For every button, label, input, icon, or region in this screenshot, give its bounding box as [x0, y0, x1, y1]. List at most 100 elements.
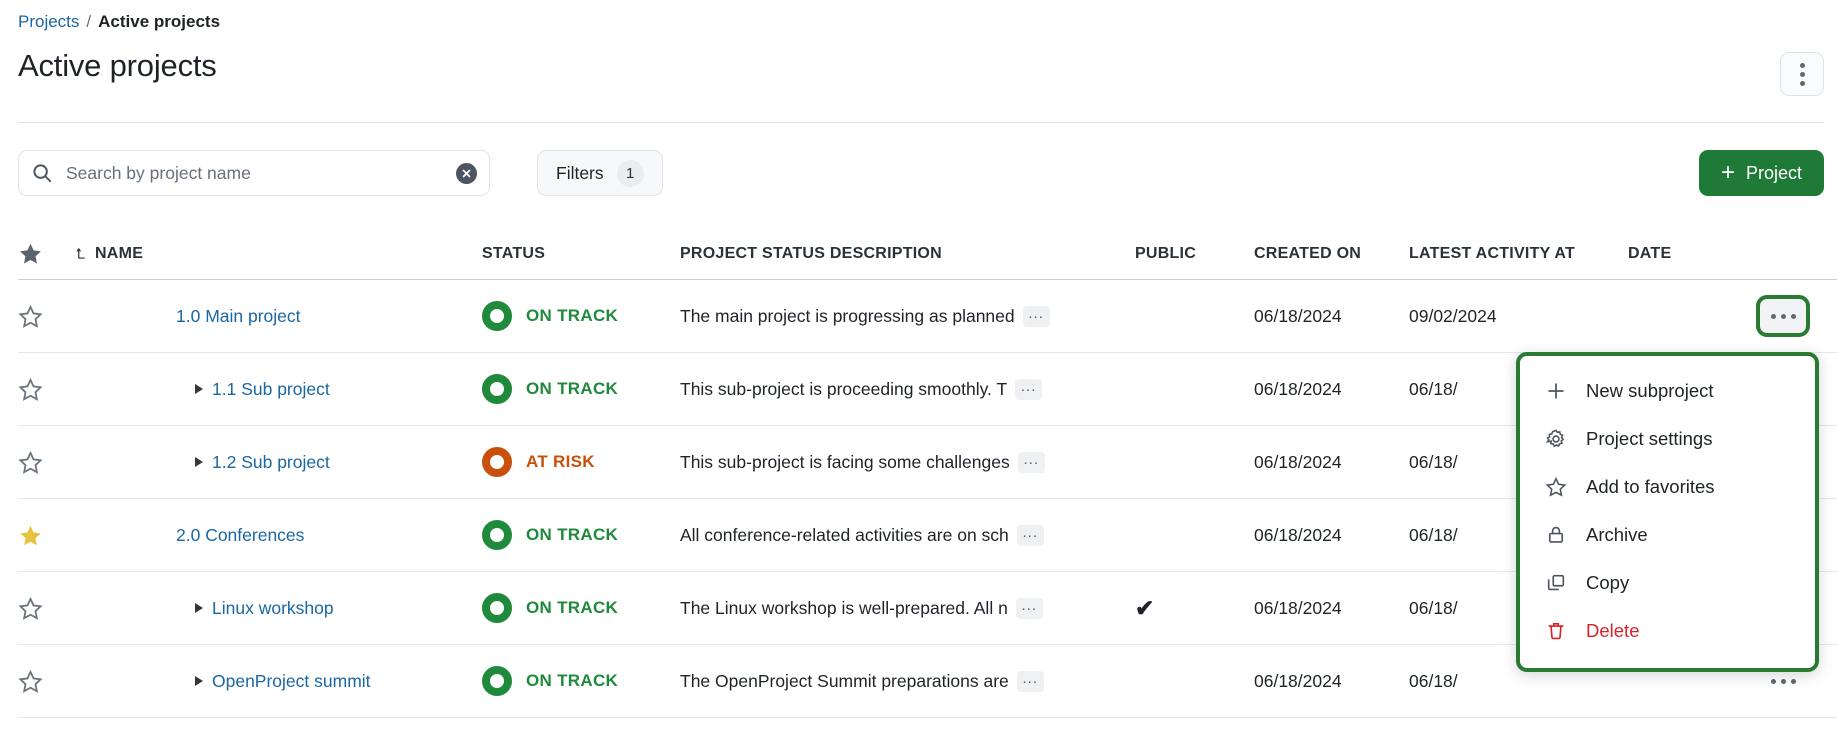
- favorite-toggle[interactable]: [18, 523, 76, 548]
- favorite-toggle[interactable]: [18, 669, 76, 694]
- cell-description: All conference-related activities are on…: [680, 525, 1135, 546]
- expand-description-icon[interactable]: ...: [1018, 452, 1045, 473]
- menu-item-label: Project settings: [1586, 428, 1712, 450]
- expand-triangle-icon[interactable]: [195, 603, 203, 613]
- cell-status: ON TRACK: [482, 520, 680, 550]
- expand-description-icon[interactable]: ...: [1023, 306, 1050, 327]
- cell-status: ON TRACK: [482, 301, 680, 331]
- breadcrumb-link-projects[interactable]: Projects: [18, 12, 79, 32]
- cell-latest-activity: 09/02/2024: [1409, 306, 1628, 327]
- favorite-toggle[interactable]: [18, 596, 76, 621]
- cell-created-on: 06/18/2024: [1254, 379, 1409, 400]
- status-badge: ON TRACK: [526, 379, 618, 399]
- cell-created-on: 06/18/2024: [1254, 671, 1409, 692]
- kebab-dot: [1791, 314, 1796, 319]
- cell-name: 1.2 Sub project: [76, 452, 482, 473]
- expand-description-icon[interactable]: ...: [1015, 379, 1042, 400]
- lock-icon: [1544, 523, 1568, 547]
- column-header-status[interactable]: STATUS: [482, 245, 680, 263]
- search-input[interactable]: [64, 162, 456, 185]
- row-indent: 1.2 Sub project: [76, 452, 330, 473]
- page-more-button[interactable]: [1780, 52, 1824, 96]
- cell-public: ✔: [1135, 595, 1254, 622]
- cell-description: The OpenProject Summit preparations are.…: [680, 671, 1135, 692]
- menu-item-delete[interactable]: Delete: [1520, 607, 1815, 655]
- toolbar: Filters 1 + Project: [18, 150, 1824, 196]
- expand-description-icon[interactable]: ...: [1016, 598, 1043, 619]
- add-project-label: Project: [1746, 163, 1802, 184]
- search-box[interactable]: [18, 150, 490, 196]
- status-badge: ON TRACK: [526, 306, 618, 326]
- description-text: This sub-project is facing some challeng…: [680, 452, 1010, 473]
- kebab-dot: [1771, 314, 1776, 319]
- cell-name: 1.1 Sub project: [76, 379, 482, 400]
- cell-latest-activity: 06/18/: [1409, 671, 1628, 692]
- column-header-name[interactable]: NAME: [76, 245, 482, 263]
- column-header-public[interactable]: PUBLIC: [1135, 245, 1254, 263]
- project-name-link[interactable]: 1.2 Sub project: [212, 452, 330, 473]
- favorite-toggle[interactable]: [18, 377, 76, 402]
- cell-created-on: 06/18/2024: [1254, 525, 1409, 546]
- cell-created-on: 06/18/2024: [1254, 452, 1409, 473]
- menu-item-new-subproject[interactable]: New subproject: [1520, 367, 1815, 415]
- menu-item-add-to-favorites[interactable]: Add to favorites: [1520, 463, 1815, 511]
- breadcrumb: Projects / Active projects: [18, 12, 220, 32]
- project-name-link[interactable]: 2.0 Conferences: [176, 525, 304, 546]
- sort-icon: [76, 247, 87, 260]
- description-text: All conference-related activities are on…: [680, 525, 1009, 546]
- status-ring-icon: [482, 447, 512, 477]
- plus-icon: +: [1721, 161, 1735, 185]
- menu-item-copy[interactable]: Copy: [1520, 559, 1815, 607]
- column-header-favorite[interactable]: [18, 241, 76, 266]
- cell-description: The Linux workshop is well-prepared. All…: [680, 598, 1135, 619]
- column-header-date[interactable]: DATE: [1628, 245, 1728, 263]
- column-header-latest-activity[interactable]: LATEST ACTIVITY AT: [1409, 245, 1628, 263]
- row-actions-menu-button[interactable]: [1760, 299, 1806, 333]
- star-icon: [18, 304, 43, 329]
- breadcrumb-separator: /: [86, 12, 91, 32]
- filters-count-badge: 1: [617, 160, 644, 187]
- expand-description-icon[interactable]: ...: [1017, 525, 1044, 546]
- menu-item-label: Archive: [1586, 524, 1648, 546]
- cell-actions: [1728, 299, 1837, 333]
- expand-description-icon[interactable]: ...: [1017, 671, 1044, 692]
- star-icon: [18, 241, 43, 266]
- menu-item-label: Copy: [1586, 572, 1629, 594]
- kebab-dot: [1800, 81, 1805, 86]
- project-name-link[interactable]: OpenProject summit: [212, 671, 371, 692]
- cell-status: ON TRACK: [482, 666, 680, 696]
- description-text: The main project is progressing as plann…: [680, 306, 1015, 327]
- menu-item-label: New subproject: [1586, 380, 1714, 402]
- header-divider: [18, 122, 1824, 123]
- project-name-link[interactable]: 1.1 Sub project: [212, 379, 330, 400]
- cell-status: ON TRACK: [482, 593, 680, 623]
- status-ring-icon: [482, 520, 512, 550]
- menu-item-project-settings[interactable]: Project settings: [1520, 415, 1815, 463]
- expand-triangle-icon[interactable]: [195, 457, 203, 467]
- status-ring-icon: [482, 593, 512, 623]
- description-text: The Linux workshop is well-prepared. All…: [680, 598, 1008, 619]
- menu-item-archive[interactable]: Archive: [1520, 511, 1815, 559]
- kebab-dot: [1800, 63, 1805, 68]
- favorite-toggle[interactable]: [18, 450, 76, 475]
- add-project-button[interactable]: + Project: [1699, 150, 1824, 196]
- favorite-toggle[interactable]: [18, 304, 76, 329]
- project-name-link[interactable]: Linux workshop: [212, 598, 334, 619]
- table-row[interactable]: 1.0 Main project ON TRACK The main project…: [18, 280, 1837, 353]
- clear-search-icon[interactable]: [456, 163, 477, 184]
- filters-button[interactable]: Filters 1: [537, 150, 663, 196]
- page-title: Active projects: [18, 48, 217, 84]
- expand-triangle-icon[interactable]: [195, 384, 203, 394]
- projects-page: Projects / Active projects Active projec…: [0, 0, 1837, 730]
- kebab-dot: [1791, 679, 1796, 684]
- cell-description: This sub-project is facing some challeng…: [680, 452, 1135, 473]
- column-header-name-label: NAME: [95, 245, 143, 263]
- column-header-created-on[interactable]: CREATED ON: [1254, 245, 1409, 263]
- expand-triangle-icon[interactable]: [195, 676, 203, 686]
- project-name-link[interactable]: 1.0 Main project: [176, 306, 301, 327]
- public-check-icon: ✔: [1135, 595, 1154, 622]
- menu-item-label: Add to favorites: [1586, 476, 1715, 498]
- star-icon: [18, 596, 43, 621]
- column-header-description[interactable]: PROJECT STATUS DESCRIPTION: [680, 245, 1135, 263]
- kebab-dot: [1771, 679, 1776, 684]
